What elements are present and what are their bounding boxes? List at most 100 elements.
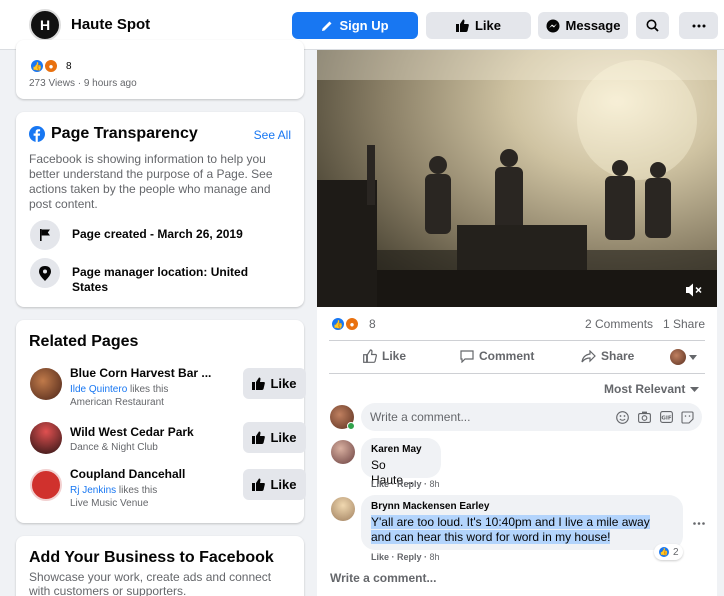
comment-like-link[interactable]: Like [371,552,389,562]
search-button[interactable] [636,12,669,39]
svg-text:GIF: GIF [661,415,672,421]
related-page-avatar[interactable] [30,422,62,454]
share-icon [581,349,596,362]
manager-location-row: Page manager location: United States [30,258,272,295]
pencil-icon [322,21,332,31]
comment-reaction-badge[interactable]: 👍 2 [654,544,683,560]
sign-up-button[interactable]: Sign Up [292,12,418,39]
gif-icon[interactable]: GIF [660,411,673,423]
thumbs-up-icon [252,431,266,444]
related-like-label: Like [270,477,297,492]
likes-this-text: likes this [127,384,169,395]
related-page-avatar[interactable] [30,368,62,400]
emoji-icon[interactable] [616,411,629,424]
post-reaction-summary[interactable]: 👍 ● 8 [331,317,376,331]
comment-time[interactable]: 8h [430,552,440,562]
write-comment-link[interactable]: Write a comment... [330,571,436,585]
comment-time[interactable]: 8h [430,479,440,489]
sticker-icon[interactable] [681,411,694,424]
page-name[interactable]: Haute Spot [71,16,150,33]
thumbs-up-icon [252,377,266,390]
flag-icon [30,220,60,250]
commenter-avatar[interactable] [331,497,355,521]
related-page-name[interactable]: Wild West Cedar Park [70,425,194,439]
angry-reaction-icon: ● [44,59,58,73]
add-business-text: Showcase your work, create ads and conne… [29,570,272,596]
previous-post-card: 👍 ● 8 273 Views · 9 hours ago [16,40,304,99]
message-button[interactable]: Message [538,12,628,39]
transparency-description: Facebook is showing information to help … [29,152,273,211]
views-line: 273 Views · 9 hours ago [29,78,137,89]
comment-author[interactable]: Karen May [371,444,431,455]
related-page-avatar[interactable] [30,469,62,501]
related-page-item: Blue Corn Harvest Bar ... Ilde Quintero … [28,366,306,408]
likes-this-text: likes this [116,485,158,496]
add-business-card: Add Your Business to Facebook Showcase y… [16,536,304,596]
related-page-subtitle: Rj Jenkins likes this Live Music Venue [70,484,230,510]
comment-author[interactable]: Brynn Mackensen Earley [371,501,673,512]
divider [329,373,705,374]
related-page-name[interactable]: Blue Corn Harvest Bar ... [70,366,211,380]
commenter-avatar [330,405,355,430]
see-all-link[interactable]: See All [254,128,291,142]
related-page-subtitle: Ilde Quintero likes this American Restau… [70,383,230,409]
comment-bubble: Karen May So Haute... [361,438,441,487]
related-like-label: Like [270,376,297,391]
online-indicator [347,422,355,430]
post-share-label: Share [601,349,635,363]
post-reactions[interactable]: 👍 ● 8 [30,59,72,73]
post-as-selector[interactable] [670,349,697,365]
thumbs-up-outline-icon [363,349,377,363]
add-business-title: Add Your Business to Facebook [29,549,274,566]
commenter-avatar[interactable] [331,440,355,464]
comment-reply-link[interactable]: Reply [397,479,422,489]
post-share-button[interactable]: Share [581,349,634,363]
friend-link[interactable]: Rj Jenkins [70,485,116,496]
camera-icon[interactable] [638,411,651,423]
post-comment-label: Comment [479,349,535,363]
more-options-button[interactable] [679,12,718,39]
like-page-label: Like [474,18,501,33]
friend-link[interactable]: Ilde Quintero [70,384,127,395]
related-like-button[interactable]: Like [243,368,306,399]
post-comment-button[interactable]: Comment [460,349,534,363]
like-reaction-icon: 👍 [658,546,670,558]
comment-input-placeholder: Write a comment... [370,410,471,424]
comment-actions: Like · Reply · 8h [371,552,440,562]
chevron-down-icon [689,354,697,360]
comment-bubble: Brynn Mackensen Earley Y'all are too lou… [361,495,683,550]
sign-up-label: Sign Up [339,18,389,33]
shares-count[interactable]: 1 Share [663,317,705,331]
related-like-button[interactable]: Like [243,422,306,453]
sort-label: Most Relevant [604,382,686,396]
thumbs-up-icon [252,478,266,491]
related-like-button[interactable]: Like [243,469,306,500]
comment-input[interactable]: Write a comment... GIF [361,403,702,431]
comment-reply-link[interactable]: Reply [397,552,422,562]
comment-like-link[interactable]: Like [371,479,389,489]
mute-icon[interactable] [686,283,702,297]
message-label: Message [565,18,621,33]
post-video[interactable] [317,50,717,307]
comments-count[interactable]: 2 Comments [585,317,653,331]
reaction-count: 8 [66,60,72,72]
post-engagement-area: 👍 ● 8 2 Comments 1 Share Like Comment Sh… [317,307,717,596]
angry-reaction-icon: ● [345,317,359,331]
like-page-button[interactable]: Like [426,12,531,39]
comment-reaction-count: 2 [673,546,679,558]
post-like-label: Like [382,349,407,363]
related-page-name[interactable]: Coupland Dancehall [70,467,185,481]
concert-scene [317,50,717,307]
comment-text: Y'all are too loud. It's 10:40pm and I l… [371,515,650,544]
facebook-icon [29,126,45,142]
post-as-avatar [670,349,686,365]
related-pages-title: Related Pages [29,333,139,350]
comment-actions: Like · Reply · 8h [371,479,440,489]
page-logo[interactable]: H [29,9,61,41]
comment-more-icon[interactable] [693,522,705,525]
comment-sort-dropdown[interactable]: Most Relevant [604,382,700,396]
post-like-button[interactable]: Like [363,349,406,363]
like-reaction-icon: 👍 [331,317,345,331]
related-pages-card: Related Pages Blue Corn Harvest Bar ... … [16,320,306,523]
chevron-down-icon [690,386,700,392]
